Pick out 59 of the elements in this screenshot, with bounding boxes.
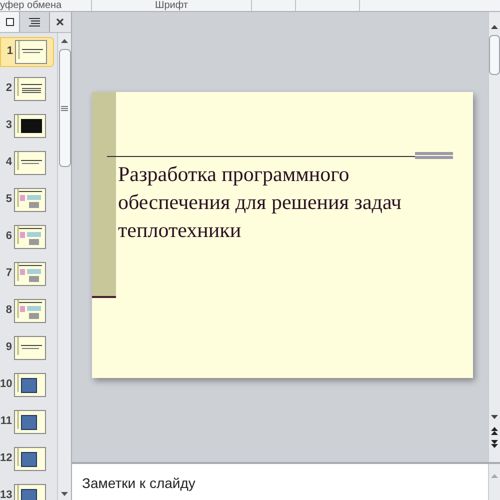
scroll-up-icon (491, 25, 498, 29)
scroll-thumb[interactable] (489, 35, 500, 75)
notes-placeholder: Заметки к слайду (82, 475, 196, 491)
scroll-thumb[interactable] (58, 49, 70, 167)
scroll-up-icon (61, 39, 68, 43)
accent-line (92, 296, 116, 298)
slide-number: 7 (4, 266, 12, 282)
slide-thumbnail[interactable]: 7 (0, 258, 54, 288)
slide-title: Разработка программного обеспечения для решения задач теплотехники (118, 161, 402, 244)
slide-preview (14, 150, 46, 174)
slide-preview (14, 224, 46, 248)
slide-thumbnail[interactable]: 9 (0, 332, 54, 362)
slide-number: 4 (4, 155, 12, 170)
slide-preview (15, 40, 47, 64)
slide-thumbnail[interactable]: 5 (0, 184, 54, 214)
ribbon-group-label: уфер обмена (0, 0, 62, 11)
close-icon (56, 18, 64, 26)
slide-thumbnail[interactable]: 11 (0, 406, 54, 436)
previous-slide-icon[interactable] (491, 427, 498, 435)
slide-thumbnail[interactable]: 8 (0, 296, 54, 326)
outline-icon (29, 18, 40, 26)
slide-thumbnail[interactable]: 2 (0, 74, 54, 104)
ribbon-group-label: Шрифт (155, 0, 188, 11)
slide-number: 12 (0, 451, 12, 466)
slide-thumbnail[interactable]: 10 (0, 370, 54, 400)
slide-preview (14, 114, 46, 138)
slide-number: 1 (6, 44, 13, 60)
double-rule (415, 152, 453, 159)
slide-preview (14, 298, 46, 322)
slide-preview (14, 336, 46, 360)
slide-number: 9 (4, 340, 12, 356)
slide-number: 2 (4, 81, 12, 96)
slides-tab[interactable] (0, 12, 20, 32)
scroll-down-icon (61, 492, 68, 496)
slide-preview (14, 372, 46, 396)
slide-thumbnail[interactable]: 4 (0, 148, 54, 178)
slide-thumbnail[interactable]: 13 (0, 480, 54, 500)
outline-tab[interactable] (20, 12, 50, 32)
slide-number: 3 (4, 118, 12, 134)
slide-thumbnail[interactable]: 1 (0, 36, 54, 66)
slide-preview (14, 188, 46, 212)
slide-preview (14, 76, 46, 100)
slide-preview (14, 446, 46, 470)
slide-number: 10 (0, 377, 12, 392)
slide-number: 11 (0, 414, 12, 430)
grip-icon (61, 106, 68, 110)
next-slide-icon[interactable] (491, 440, 498, 448)
slide-preview (14, 410, 46, 434)
slide-thumbnail[interactable]: 6 (0, 222, 54, 252)
slide-number: 8 (4, 303, 12, 318)
slide-number: 13 (0, 488, 12, 500)
slide-thumbnail[interactable]: 12 (0, 444, 54, 474)
scroll-up-icon (491, 474, 498, 478)
slide-icon (6, 18, 14, 26)
slide-number: 6 (4, 229, 12, 244)
slide-number: 5 (4, 192, 12, 208)
slide-thumbnail[interactable]: 3 (0, 110, 54, 140)
scroll-down-icon (491, 415, 498, 419)
slide-preview (14, 262, 46, 286)
